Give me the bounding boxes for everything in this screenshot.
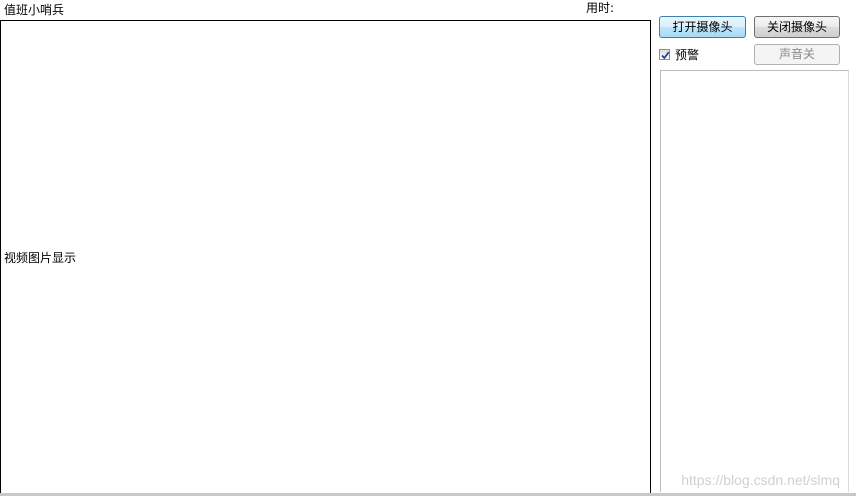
warning-toggle[interactable]: 预警 (659, 46, 699, 62)
watermark-text: https://blog.csdn.net/slmq (681, 472, 840, 488)
open-camera-button[interactable]: 打开摄像头 (659, 16, 746, 38)
elapsed-time-label: 用时: (586, 1, 615, 15)
app-title: 值班小哨兵 (4, 3, 65, 17)
video-placeholder-label: 视频图片显示 (4, 251, 77, 265)
warning-label: 预警 (675, 47, 700, 62)
checkmark-icon (661, 51, 670, 59)
sound-toggle-button[interactable]: 声音关 (754, 44, 840, 65)
warning-checkbox[interactable] (659, 48, 670, 60)
alert-log-list[interactable]: https://blog.csdn.net/slmq (660, 70, 849, 492)
main-window: 值班小哨兵 用时: 视频图片显示 打开摄像头 关闭摄像头 预警 声音关 http… (0, 0, 856, 496)
close-camera-button[interactable]: 关闭摄像头 (754, 16, 840, 38)
video-display-panel: 视频图片显示 (0, 20, 651, 496)
